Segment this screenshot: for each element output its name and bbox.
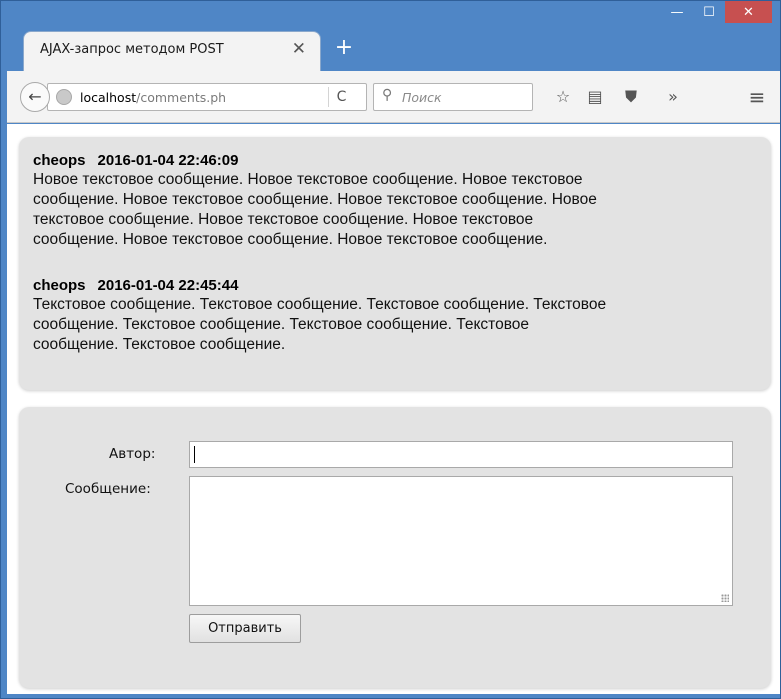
author-label: Автор: <box>109 446 156 462</box>
text-caret <box>194 446 195 463</box>
comment-item: cheops 2016-01-04 22:46:09 Новое текстово… <box>33 152 758 250</box>
comments-panel: cheops 2016-01-04 22:46:09 Новое текстово… <box>19 137 771 390</box>
title-bar: — ☐ ✕ AJAX-запрос методом POST ✕ + <box>1 1 780 81</box>
comment-line: Новое текстовое сообщение. Новое текстов… <box>33 171 583 188</box>
comment-text: Новое текстовое сообщение. Новое текстов… <box>33 170 758 250</box>
close-window-button[interactable]: ✕ <box>725 1 772 23</box>
tab-title: AJAX-запрос методом POST <box>40 42 224 57</box>
browser-window: — ☐ ✕ AJAX-запрос методом POST ✕ + local… <box>0 0 781 699</box>
overflow-chevron-icon[interactable]: » <box>661 85 685 109</box>
close-tab-icon[interactable]: ✕ <box>292 39 306 59</box>
comment-header: cheops 2016-01-04 22:46:09 <box>33 152 758 169</box>
author-input[interactable] <box>189 441 733 468</box>
url-text: localhost/comments.ph <box>80 90 306 105</box>
address-bar[interactable]: localhost/comments.ph C <box>47 83 367 111</box>
url-path: /comments.ph <box>136 90 227 105</box>
comment-author: cheops <box>33 277 86 294</box>
message-label: Сообщение: <box>65 481 151 497</box>
comment-item: cheops 2016-01-04 22:45:44 Текстовое сооб… <box>33 277 758 355</box>
new-tab-button[interactable]: + <box>331 35 357 61</box>
comment-header: cheops 2016-01-04 22:45:44 <box>33 277 758 294</box>
search-placeholder: Поиск <box>402 90 442 105</box>
message-textarea[interactable] <box>189 476 733 606</box>
search-bar[interactable]: ⚲ Поиск <box>373 83 533 111</box>
url-host: localhost <box>80 90 137 105</box>
minimize-button[interactable]: — <box>661 1 693 23</box>
comment-line: сообщение. Текстовое сообщение. <box>33 336 286 353</box>
page-content: cheops 2016-01-04 22:46:09 Новое текстово… <box>7 124 780 694</box>
comment-form: Автор: Сообщение: Отправить <box>19 407 771 688</box>
reload-icon[interactable]: C <box>328 87 354 107</box>
resize-grip-icon[interactable] <box>721 594 729 602</box>
site-identity-icon[interactable] <box>56 89 72 105</box>
reading-list-icon[interactable]: ▤ <box>583 85 607 109</box>
comment-text: Текстовое сообщение. Текстовое сообщение… <box>33 295 758 355</box>
browser-tab[interactable]: AJAX-запрос методом POST ✕ <box>23 31 321 71</box>
comment-line: сообщение. Текстовое сообщение. Текстово… <box>33 316 529 333</box>
comment-line: сообщение. Новое текстовое сообщение. Но… <box>33 231 548 248</box>
maximize-button[interactable]: ☐ <box>693 1 725 23</box>
navigation-toolbar: localhost/comments.ph C ← ⚲ Поиск ☆ ▤ ⛊ … <box>7 71 780 123</box>
bookmark-star-icon[interactable]: ☆ <box>551 85 575 109</box>
comment-line: Текстовое сообщение. Текстовое сообщение… <box>33 296 607 313</box>
submit-button[interactable]: Отправить <box>189 614 301 643</box>
window-controls: — ☐ ✕ <box>661 1 772 31</box>
back-button[interactable]: ← <box>20 82 50 112</box>
hamburger-menu-icon[interactable]: ≡ <box>745 85 769 109</box>
search-icon: ⚲ <box>382 87 393 103</box>
comment-datetime: 2016-01-04 22:46:09 <box>97 152 239 169</box>
comment-author: cheops <box>33 152 86 169</box>
comment-line: текстовое сообщение. Новое текстовое соо… <box>33 211 534 228</box>
comment-line: сообщение. Новое текстовое сообщение. Но… <box>33 191 597 208</box>
pocket-icon[interactable]: ⛊ <box>619 85 643 109</box>
comment-datetime: 2016-01-04 22:45:44 <box>97 277 239 294</box>
